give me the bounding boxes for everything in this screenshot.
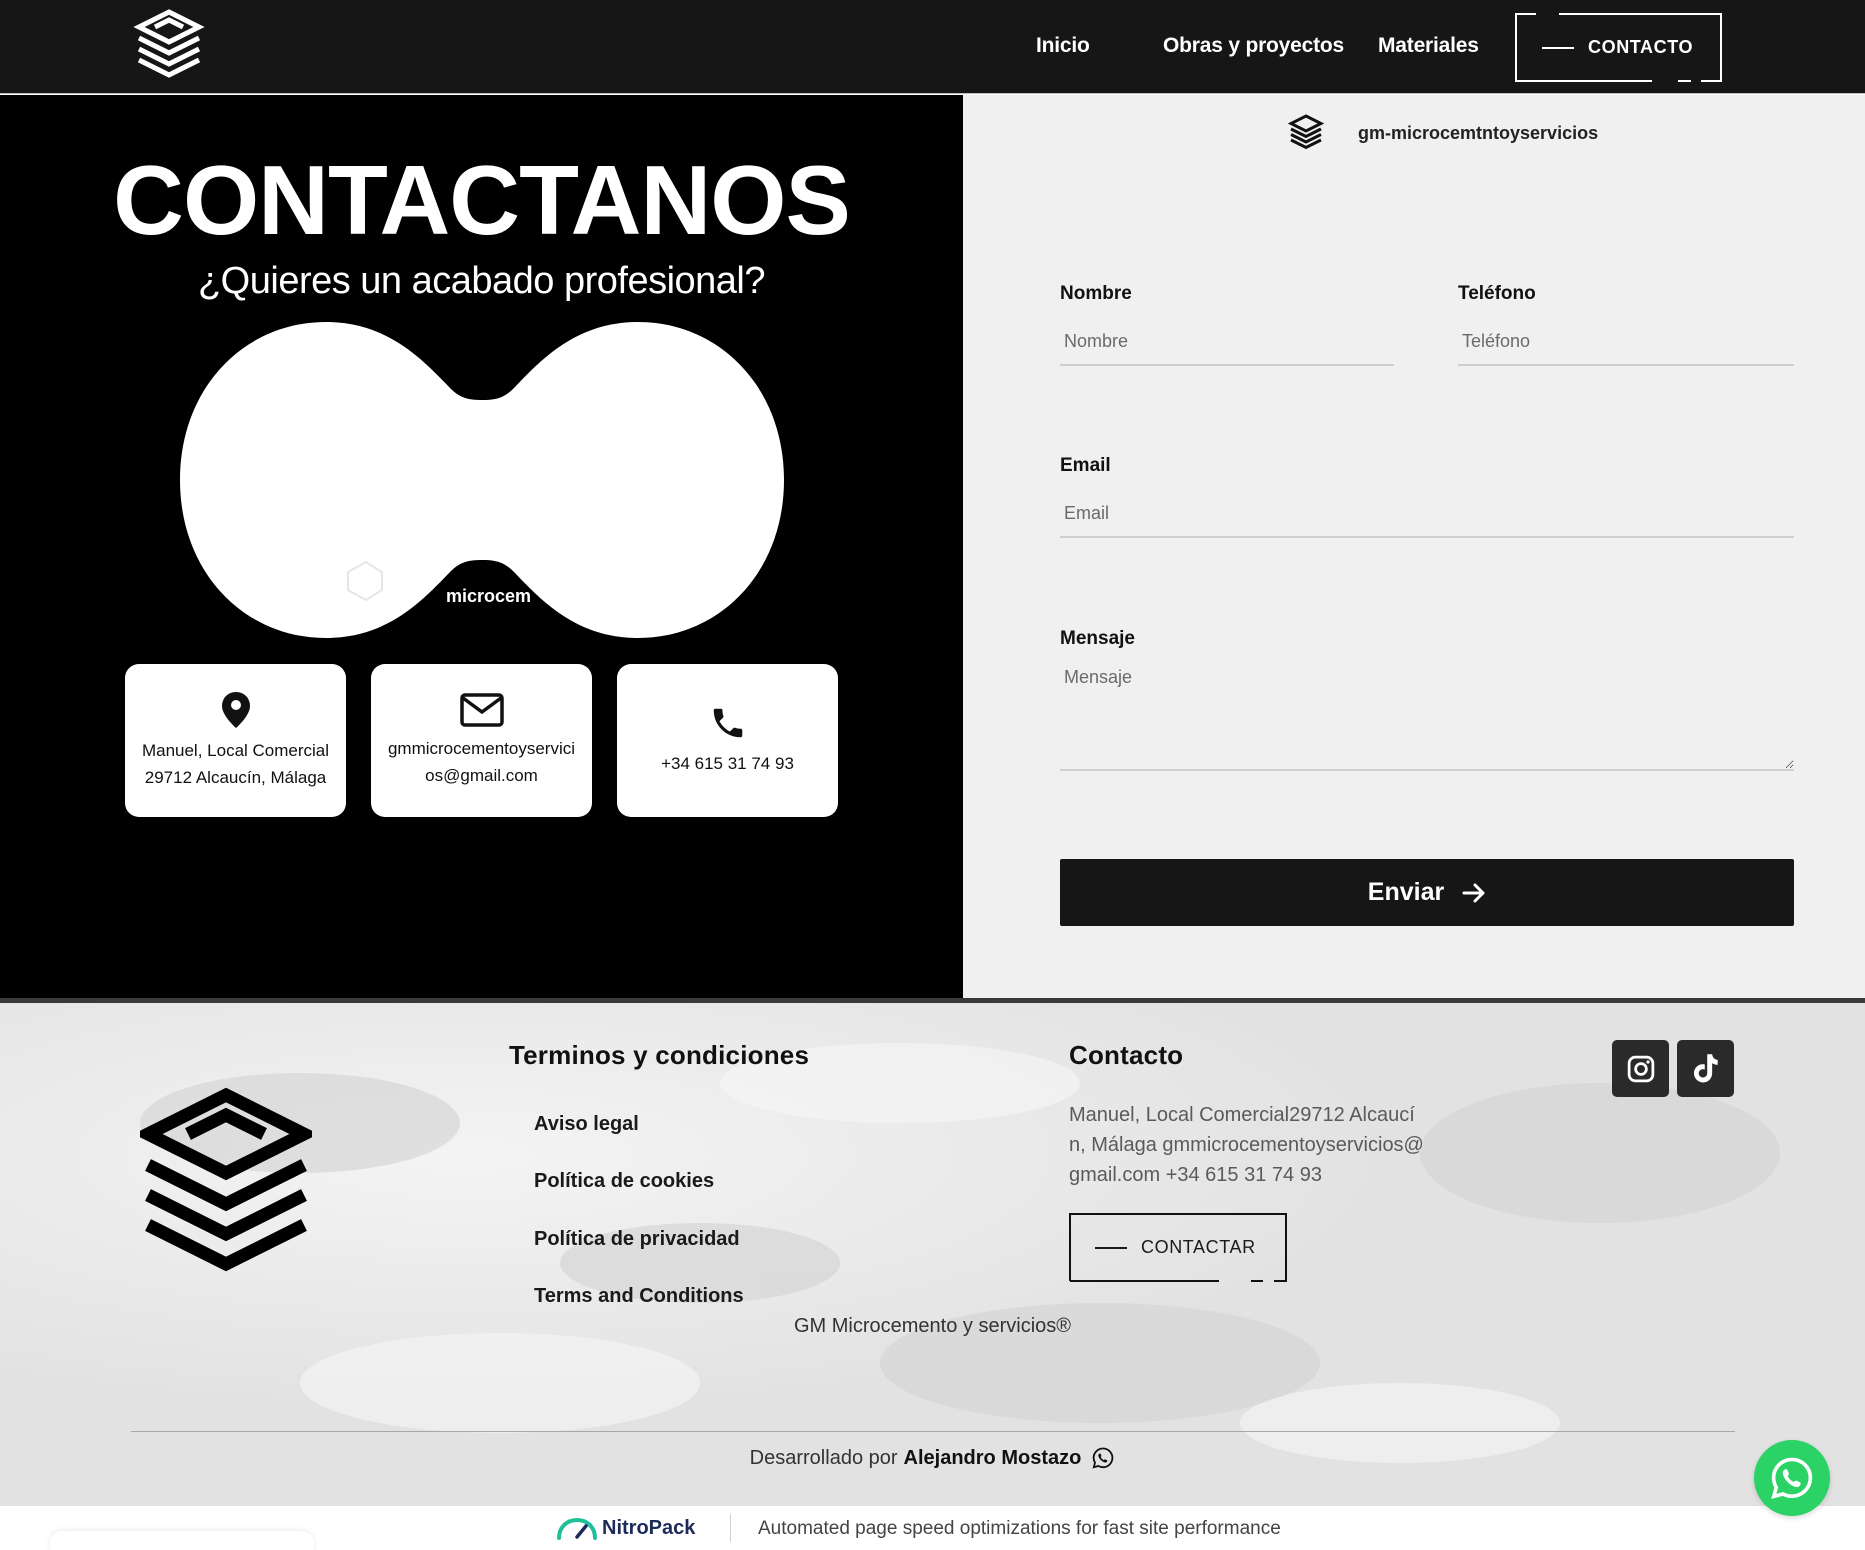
arrow-right-icon [1462, 883, 1485, 902]
location-pin-icon [221, 691, 250, 728]
mensaje-textarea[interactable] [1060, 667, 1794, 771]
nav-contacto-button[interactable]: CONTACTO [1515, 13, 1722, 82]
nav-obras-y-proyectos[interactable]: Obras y proyectos [1163, 34, 1344, 58]
whatsapp-icon [1771, 1457, 1813, 1499]
instagram-icon [1627, 1055, 1654, 1082]
contact-hero: CONTACTANOS ¿Quieres un acabado profesio… [0, 95, 963, 998]
nav-materiales[interactable]: Materiales [1378, 34, 1479, 58]
mensaje-label: Mensaje [1060, 628, 1135, 649]
instagram-avatar-logo-icon [1288, 114, 1324, 150]
contact-heading: Contacto [1069, 1040, 1184, 1070]
footer-contact-text: Manuel, Local Comercial29712 Alcaucín, M… [1069, 1104, 1424, 1186]
nitropack-brand: NitroPack [602, 1516, 696, 1539]
enviar-label: Enviar [1367, 878, 1445, 906]
contactar-button[interactable]: CONTACTAR [1069, 1213, 1287, 1282]
nitropack-speed-icon [557, 1517, 597, 1540]
terms-heading: Terminos y condiciones [509, 1040, 810, 1070]
nitropack-logo[interactable]: NitroPack [556, 1516, 695, 1540]
email-label: Email [1060, 455, 1111, 476]
address-card: Manuel, Local Comercial29712 Alcaucín, M… [125, 664, 346, 817]
decorative-blob-image: microcem [180, 322, 784, 638]
site-header: Inicio Obras y proyectos Materiales CONT… [0, 0, 1865, 94]
phone-card: +34 615 31 74 93 [617, 664, 838, 817]
whatsapp-small-icon[interactable] [1091, 1446, 1115, 1470]
footer-divider [131, 1431, 1735, 1432]
page-subtitle: ¿Quieres un acabado profesional? [197, 260, 766, 302]
blob-overlay-text: microcem [446, 586, 531, 606]
contact-form-panel: gm-microcemtntoyservicios Nombre Teléfon… [963, 95, 1865, 998]
envelope-icon [459, 692, 504, 727]
phone-text: +34 615 31 74 93 [661, 754, 794, 773]
page-title: CONTACTANOS [113, 145, 851, 255]
instagram-button[interactable] [1612, 1040, 1669, 1097]
aviso-legal-link[interactable]: Aviso legal [534, 1113, 639, 1136]
whatsapp-float-button[interactable] [1754, 1440, 1830, 1516]
nombre-label: Nombre [1060, 283, 1132, 304]
developer-prefix: Desarrollado por [749, 1446, 898, 1469]
dash-icon [1542, 46, 1574, 49]
politica-privacidad-link[interactable]: Política de privacidad [534, 1228, 740, 1251]
telefono-label: Teléfono [1458, 283, 1536, 304]
tiktok-button[interactable] [1677, 1040, 1734, 1097]
logo-stack-icon [133, 9, 205, 78]
developer-name-link[interactable]: Alejandro Mostazo [904, 1447, 1082, 1470]
tiktok-icon [1693, 1053, 1718, 1083]
nav-inicio[interactable]: Inicio [1036, 34, 1090, 58]
instagram-handle-row[interactable]: gm-microcemtntoyservicios [1288, 113, 1598, 153]
nitropack-tagline: Automated page speed optimizations for f… [758, 1518, 1281, 1539]
site-footer: Terminos y condiciones Aviso legal Polít… [0, 998, 1865, 1506]
enviar-button[interactable]: Enviar [1060, 859, 1794, 926]
phone-icon [713, 708, 742, 738]
nombre-input[interactable] [1060, 331, 1394, 366]
nav-contacto-label: CONTACTO [1588, 37, 1694, 57]
contactar-label: CONTACTAR [1141, 1237, 1256, 1257]
terms-conditions-link[interactable]: Terms and Conditions [534, 1285, 744, 1308]
footer-logo-icon [140, 1087, 312, 1272]
site-logo[interactable] [133, 8, 205, 84]
email-input[interactable] [1060, 503, 1794, 538]
instagram-handle: gm-microcemtntoyservicios [1358, 122, 1599, 143]
politica-cookies-link[interactable]: Política de cookies [534, 1170, 714, 1193]
nitropack-separator [730, 1514, 731, 1542]
email-card: gmmicrocementoyservicios@gmail.com [371, 664, 592, 817]
address-text: Manuel, Local Comercial29712 Alcaucín, M… [141, 740, 330, 787]
bottom-widget-tab[interactable] [50, 1531, 314, 1550]
copyright-text: GM Microcemento y servicios® [793, 1315, 1071, 1337]
telefono-input[interactable] [1458, 331, 1794, 366]
dash-icon [1095, 1246, 1127, 1249]
email-text: gmmicrocementoyservicios@gmail.com [387, 738, 576, 785]
developer-credit: Desarrollado por Alejandro Mostazo [0, 1446, 1865, 1470]
